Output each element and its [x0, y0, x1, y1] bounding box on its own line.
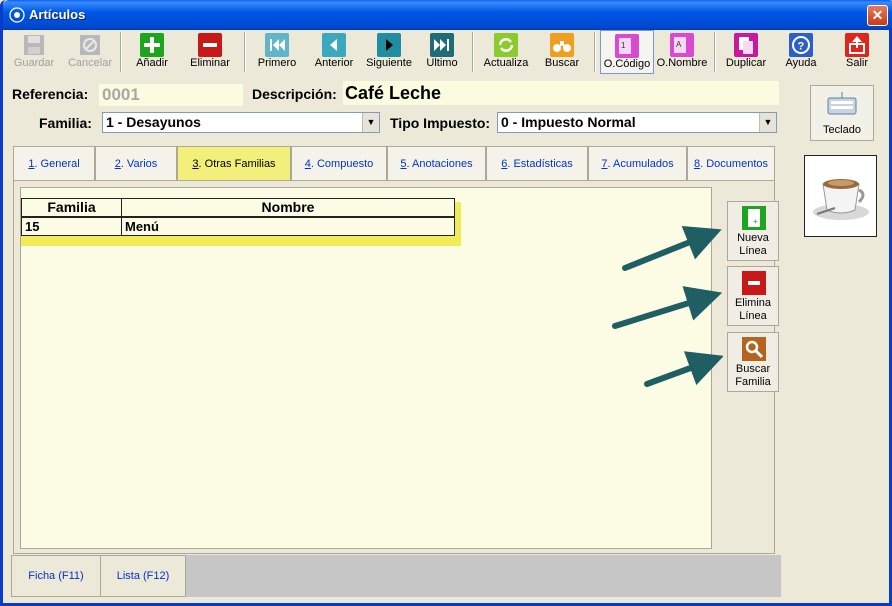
- first-record-icon: [265, 33, 289, 57]
- chevron-down-icon[interactable]: ▼: [362, 113, 379, 132]
- toolbar-separator: [120, 32, 122, 72]
- window-title: Artículos: [29, 7, 86, 22]
- descripcion-label: Descripción:: [252, 86, 337, 102]
- siguiente-button[interactable]: Siguiente: [360, 30, 418, 74]
- cell-familia[interactable]: 15: [21, 217, 122, 236]
- new-document-icon: +: [742, 206, 766, 230]
- coffee-cup-image: [813, 179, 869, 220]
- toolbar-separator: [244, 32, 246, 72]
- tab-anotaciones[interactable]: 5. Anotaciones: [387, 146, 486, 181]
- binoculars-icon: [550, 33, 574, 57]
- next-icon: [377, 33, 401, 57]
- articulos-window: Artículos ✕ Guardar Cancelar Añadir Elim…: [0, 0, 892, 606]
- tab-lista[interactable]: Lista (F12): [100, 555, 186, 597]
- title-bar[interactable]: Artículos ✕: [3, 0, 892, 30]
- eliminar-button[interactable]: Eliminar: [182, 30, 238, 74]
- toolbar-separator: [594, 32, 596, 72]
- tab-documentos[interactable]: 8. Documentos: [687, 146, 775, 181]
- tab-acumulados[interactable]: 7. Acumulados: [588, 146, 687, 181]
- cancelar-button[interactable]: Cancelar: [64, 30, 116, 74]
- plus-icon: [140, 33, 164, 57]
- save-icon: [24, 35, 44, 55]
- ayuda-button[interactable]: ? Ayuda: [776, 30, 826, 74]
- toolbar-separator: [714, 32, 716, 72]
- salir-button[interactable]: Salir: [832, 30, 882, 74]
- arrow-to-nueva-linea: [622, 225, 722, 271]
- refresh-icon: [494, 33, 518, 57]
- anterior-button[interactable]: Anterior: [306, 30, 362, 74]
- anadir-button[interactable]: Añadir: [126, 30, 178, 74]
- chevron-down-icon[interactable]: ▼: [759, 113, 776, 132]
- arrow-to-buscar-familia: [644, 351, 723, 387]
- app-icon: [9, 7, 25, 23]
- nueva-linea-button[interactable]: + Nueva Línea: [727, 201, 779, 261]
- svg-text:?: ?: [798, 41, 805, 53]
- tab-strip: 1. General 2. Varios 3. Otras Familias 4…: [13, 146, 775, 182]
- help-icon: ?: [789, 33, 813, 57]
- magnifier-icon: [742, 337, 766, 361]
- tab-otras-familias[interactable]: 3. Otras Familias: [177, 146, 291, 182]
- duplicate-icon: [734, 33, 758, 57]
- cell-nombre[interactable]: Menú: [121, 217, 455, 236]
- buscar-familia-button[interactable]: Buscar Familia: [727, 332, 779, 392]
- guardar-button[interactable]: Guardar: [8, 30, 60, 74]
- svg-text:+: +: [753, 217, 758, 226]
- arrow-to-elimina-linea: [612, 286, 723, 329]
- bottom-tab-bar: Ficha (F11) Lista (F12): [11, 555, 781, 597]
- minus-icon: [742, 271, 766, 295]
- sort-name-icon: A: [670, 33, 694, 57]
- familia-label: Familia:: [39, 115, 92, 131]
- actualiza-button[interactable]: Actualiza: [478, 30, 534, 74]
- teclado-button[interactable]: Teclado: [810, 85, 874, 141]
- last-record-icon: [430, 33, 454, 57]
- exit-icon: [845, 33, 869, 57]
- elimina-linea-button[interactable]: Elimina Línea: [727, 266, 779, 326]
- tipo-impuesto-label: Tipo Impuesto:: [390, 115, 491, 131]
- svg-text:A: A: [676, 40, 682, 49]
- minus-icon: [198, 33, 222, 57]
- keyboard-icon: [827, 92, 857, 115]
- tab-varios[interactable]: 2. Varios: [95, 146, 177, 181]
- duplicar-button[interactable]: Duplicar: [718, 30, 774, 74]
- buscar-button[interactable]: Buscar: [536, 30, 588, 74]
- annotation-arrows: [612, 225, 723, 387]
- orden-codigo-button[interactable]: 1 O.Código: [600, 30, 654, 74]
- toolbar-separator: [472, 32, 474, 72]
- descripcion-field[interactable]: Café Leche: [343, 81, 779, 105]
- close-button[interactable]: ✕: [867, 5, 888, 26]
- tab-ficha[interactable]: Ficha (F11): [11, 555, 101, 597]
- tab-general[interactable]: 1. General: [13, 146, 95, 181]
- cancel-icon: [80, 35, 100, 55]
- sort-code-icon: 1: [615, 34, 639, 58]
- tipo-impuesto-select[interactable]: 0 - Impuesto Normal ▼: [497, 112, 777, 133]
- primero-button[interactable]: Primero: [249, 30, 305, 74]
- tab-compuesto[interactable]: 4. Compuesto: [291, 146, 387, 181]
- ultimo-button[interactable]: Ultimo: [418, 30, 466, 74]
- referencia-label: Referencia:: [12, 86, 89, 102]
- column-header-familia[interactable]: Familia: [21, 198, 122, 217]
- toolbar: Guardar Cancelar Añadir Eliminar Primero…: [6, 30, 890, 74]
- orden-nombre-button[interactable]: A O.Nombre: [656, 30, 708, 74]
- previous-icon: [322, 33, 346, 57]
- svg-text:1: 1: [621, 41, 626, 50]
- column-header-nombre[interactable]: Nombre: [121, 198, 455, 217]
- product-photo: [804, 155, 877, 237]
- familia-select[interactable]: 1 - Desayunos ▼: [102, 112, 380, 133]
- referencia-field[interactable]: 0001: [99, 84, 243, 106]
- tab-estadisticas[interactable]: 6. Estadísticas: [486, 146, 588, 181]
